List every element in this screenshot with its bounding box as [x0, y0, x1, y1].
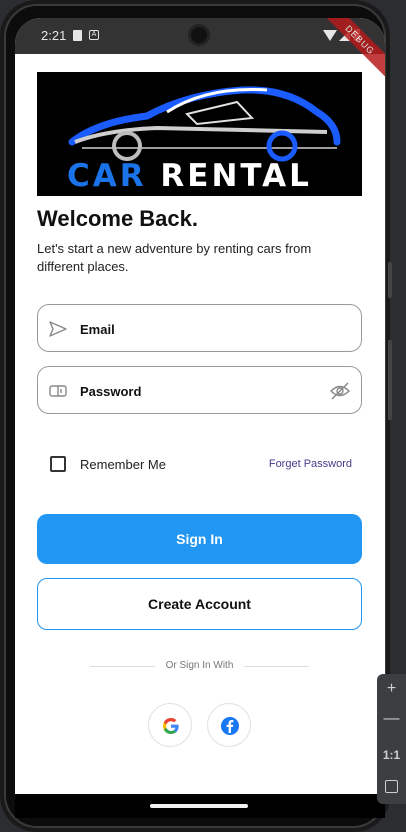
page-title: Welcome Back. — [37, 206, 199, 231]
divider-label: Or Sign In With — [165, 660, 234, 671]
remember-checkbox[interactable] — [50, 456, 66, 472]
status-bar: 2:21 A DEBUG — [15, 18, 385, 85]
key-icon — [49, 385, 67, 397]
facebook-icon — [221, 717, 239, 735]
page-subtitle: Let's start a new adventure by renting c… — [37, 241, 312, 274]
remember-row: Remember Me Forget Password — [37, 454, 362, 474]
sign-in-button[interactable]: Sign In — [37, 514, 362, 564]
power-button[interactable] — [388, 262, 392, 298]
camera-cutout — [188, 24, 210, 46]
google-sign-in-button[interactable] — [148, 703, 192, 747]
forget-password-link[interactable]: Forget Password — [269, 458, 352, 470]
status-time: 2:21 — [41, 28, 67, 43]
email-field[interactable] — [37, 304, 362, 352]
zoom-in-button[interactable]: + — [377, 680, 406, 698]
logo-wordmark: CAR RENTAL — [67, 160, 357, 192]
divider-line-right — [244, 666, 309, 667]
email-input[interactable] — [80, 318, 320, 340]
volume-button[interactable] — [388, 340, 392, 420]
password-input[interactable] — [80, 380, 320, 402]
actual-size-button[interactable]: 1:1 — [377, 748, 406, 762]
fit-screen-icon[interactable] — [385, 780, 398, 793]
eye-off-icon[interactable] — [329, 380, 351, 402]
wifi-icon — [323, 30, 337, 41]
sd-card-icon — [73, 30, 82, 41]
google-icon — [163, 718, 179, 734]
system-nav-bar — [15, 794, 385, 818]
facebook-sign-in-button[interactable] — [207, 703, 251, 747]
app-screen: 2:21 A DEBUG CAR RENTAL Welcome Back. Le… — [15, 18, 385, 818]
send-icon — [49, 321, 67, 337]
logo-word-car: CAR — [67, 158, 147, 194]
emulator-toolbar: + — 1:1 — [377, 674, 406, 804]
create-account-button[interactable]: Create Account — [37, 578, 362, 630]
remember-label: Remember Me — [80, 457, 166, 472]
divider-line-left — [90, 666, 155, 667]
notification-icon: A — [89, 30, 99, 40]
logo-word-rental: RENTAL — [160, 158, 312, 194]
home-gesture-handle[interactable] — [150, 804, 248, 808]
password-field[interactable] — [37, 366, 362, 414]
zoom-out-button[interactable]: — — [377, 710, 406, 728]
device-frame: 2:21 A DEBUG CAR RENTAL Welcome Back. Le… — [0, 0, 390, 832]
car-rental-logo: CAR RENTAL — [37, 72, 362, 196]
device-bezel: 2:21 A DEBUG CAR RENTAL Welcome Back. Le… — [4, 4, 386, 828]
